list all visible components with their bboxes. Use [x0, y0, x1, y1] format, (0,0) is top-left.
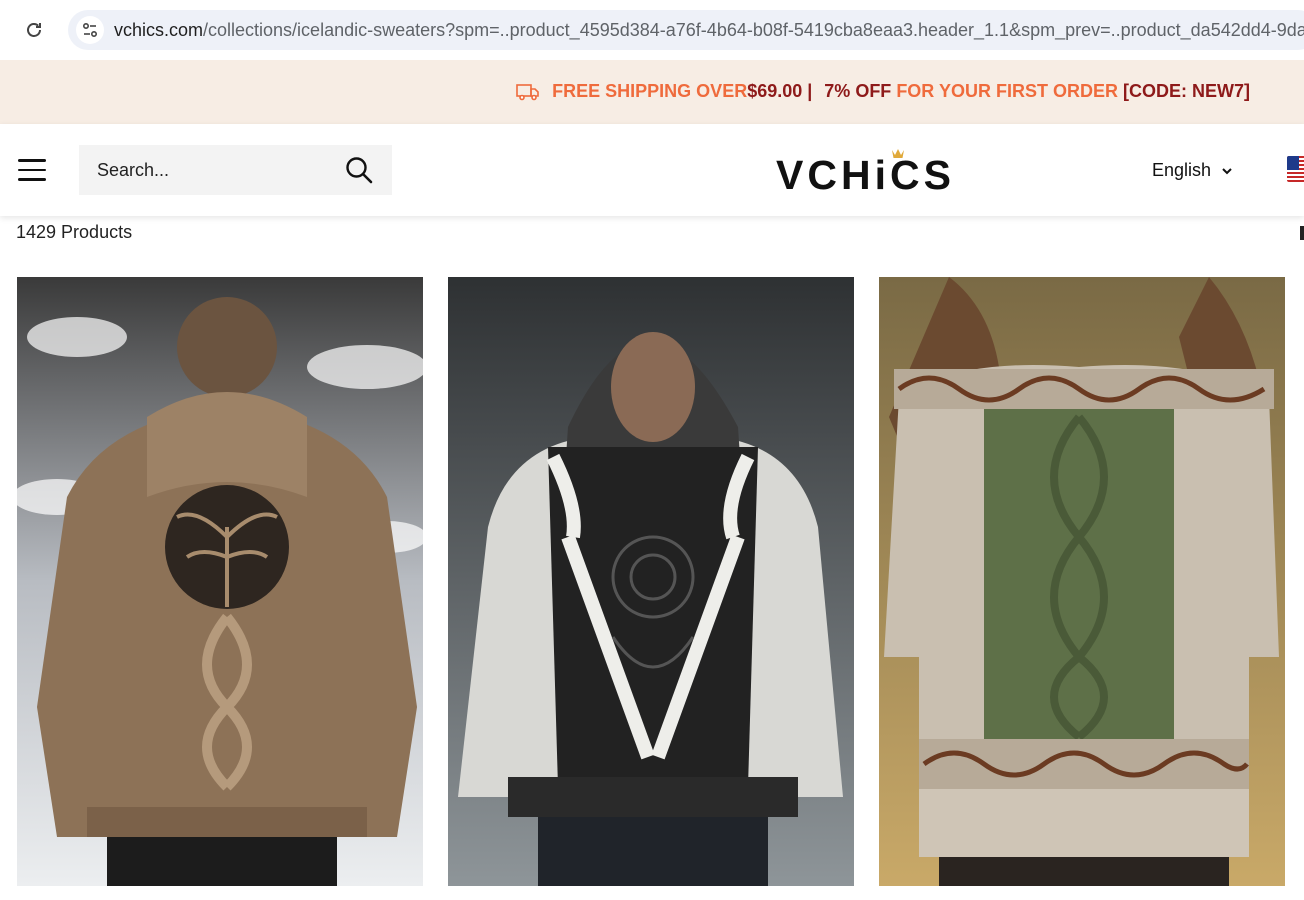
language-selector[interactable]: English — [1152, 160, 1233, 181]
menu-icon[interactable] — [18, 159, 46, 181]
url-path: /collections/icelandic-sweaters?spm=..pr… — [203, 20, 1304, 40]
promo-code: [CODE: NEW7] — [1123, 80, 1250, 101]
vchics-logo[interactable]: VCHiCS — [776, 146, 968, 198]
chevron-down-icon — [1222, 167, 1232, 174]
browser-bar: vchics.com/collections/icelandic-sweater… — [0, 0, 1304, 61]
product-card[interactable] — [879, 277, 1285, 886]
search-icon[interactable] — [344, 155, 374, 185]
first-order-text: FOR YOUR FIRST ORDER — [891, 80, 1123, 101]
truck-icon — [516, 84, 539, 101]
reload-icon[interactable] — [22, 18, 46, 42]
product-image[interactable] — [879, 277, 1285, 886]
address-bar[interactable]: vchics.com/collections/icelandic-sweater… — [68, 10, 1304, 50]
url-text[interactable]: vchics.com/collections/icelandic-sweater… — [114, 20, 1304, 41]
url-host: vchics.com — [114, 20, 204, 40]
product-card[interactable] — [17, 277, 423, 886]
product-card[interactable] — [448, 277, 854, 886]
shipping-text: FREE SHIPPING OVER — [552, 80, 748, 101]
site-info-icon[interactable] — [76, 16, 104, 44]
filter-edge-mark[interactable] — [1300, 226, 1304, 240]
svg-text:VCHiCS: VCHiCS — [776, 152, 955, 194]
discount-text: 7% OFF — [824, 80, 892, 101]
us-flag-icon[interactable] — [1287, 156, 1304, 182]
product-count: 1429 Products — [16, 222, 133, 242]
search-box — [79, 145, 392, 195]
shipping-price: $69.00 | — [747, 80, 813, 101]
site-header: VCHiCS English — [0, 124, 1304, 216]
product-image[interactable] — [448, 277, 854, 886]
announcement-bar: FREE SHIPPING OVER $69.00 | 7% OFF FOR Y… — [0, 60, 1304, 124]
search-input[interactable] — [79, 145, 347, 195]
announcement-text: FREE SHIPPING OVER $69.00 | 7% OFF FOR Y… — [516, 80, 1250, 102]
language-label: English — [1152, 160, 1212, 180]
product-image[interactable] — [17, 277, 423, 886]
